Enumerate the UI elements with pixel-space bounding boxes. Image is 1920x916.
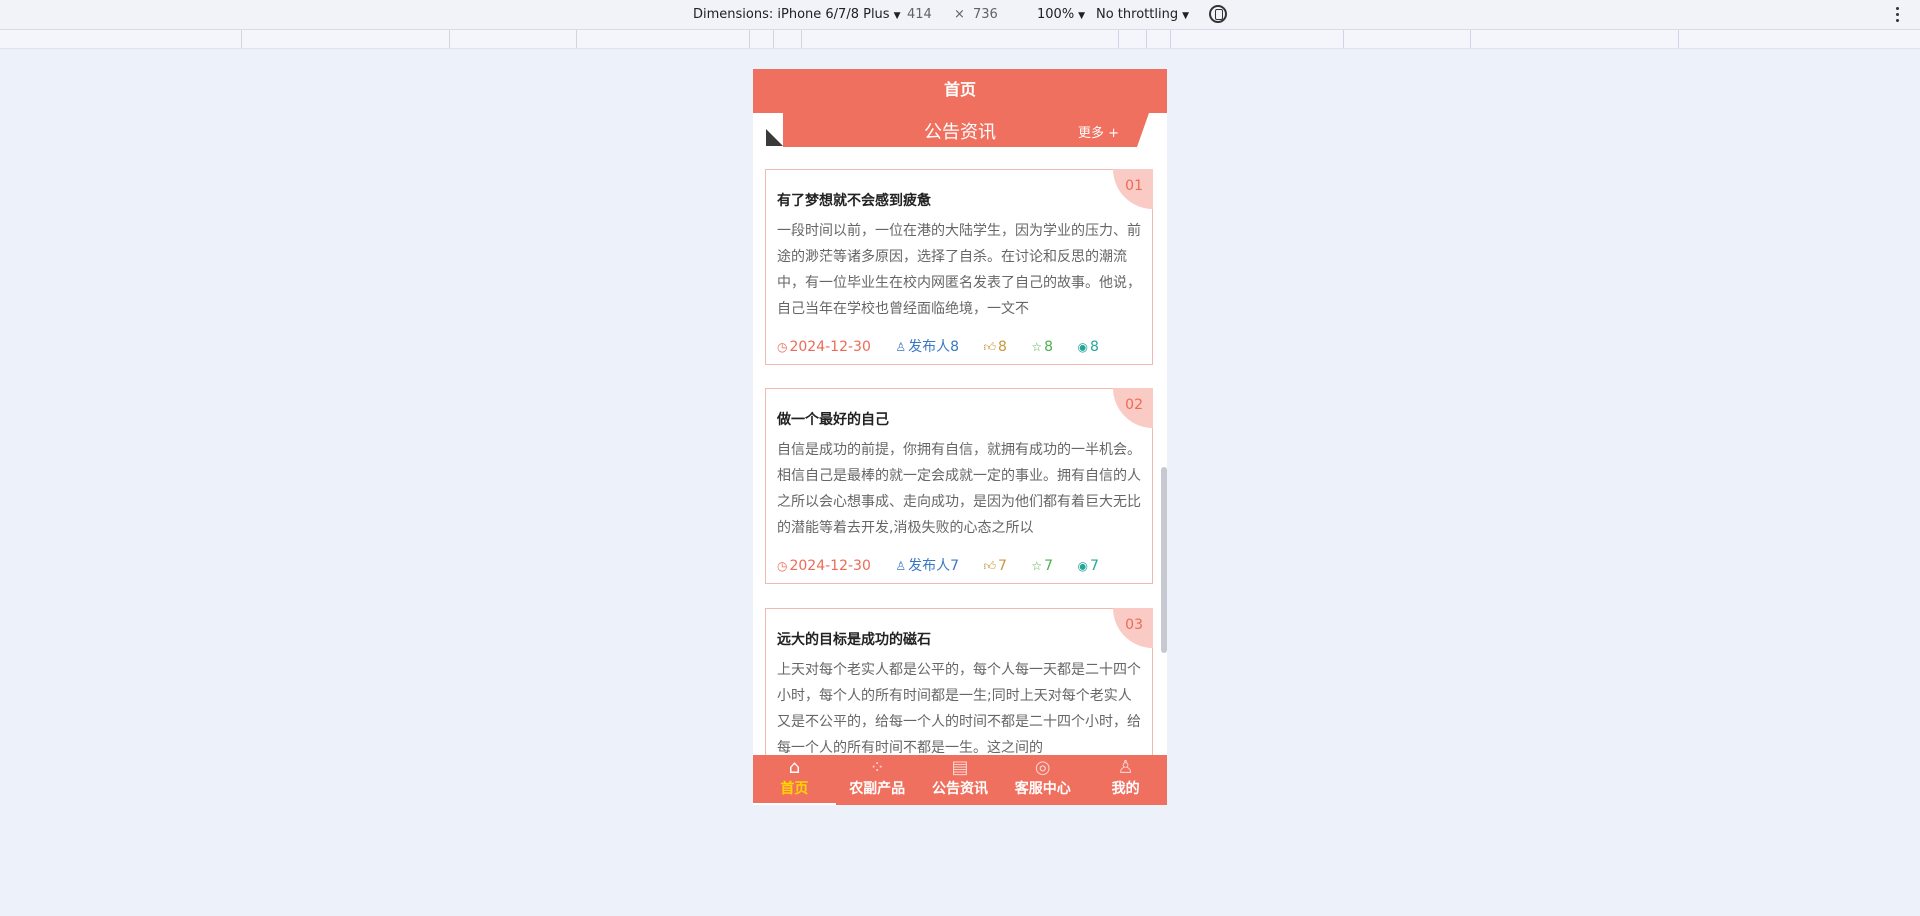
user-icon: ♙: [895, 559, 907, 573]
zoom-label: 100%: [1037, 7, 1075, 22]
chevron-down-icon: ▼: [1078, 11, 1086, 21]
tab-service[interactable]: ◎ 客服中心: [1001, 755, 1084, 805]
tab-label: 我的: [1111, 781, 1140, 797]
card-likes: 7: [998, 558, 1007, 574]
viewport-width-input[interactable]: 414: [907, 7, 932, 22]
media-query-ruler: [0, 30, 1920, 49]
card-date: 2024-12-30: [789, 558, 871, 574]
card-stars: 8: [1044, 339, 1054, 355]
device-dimensions-dropdown[interactable]: Dimensions: iPhone 6/7/8 Plus ▼: [693, 7, 901, 22]
tab-label: 客服中心: [1014, 781, 1071, 797]
home-icon: ⌂: [788, 757, 801, 778]
tab-label: 农副产品: [849, 781, 906, 797]
card-title: 远大的目标是成功的磁石: [777, 632, 931, 648]
tab-home[interactable]: ⌂ 首页: [753, 755, 836, 805]
card-index-badge: 01: [1113, 169, 1153, 209]
news-card[interactable]: 02 做一个最好的自己 自信是成功的前提，你拥有自信，就拥有成功的一半机会。相信…: [765, 388, 1153, 584]
card-likes: 8: [998, 339, 1007, 355]
card-author: 发布人7: [908, 558, 959, 574]
bottom-tab-bar: ⌂ 首页 ⁘ 农副产品 ▤ 公告资讯 ◎ 客服中心 ♙ 我的: [753, 755, 1167, 805]
zoom-dropdown[interactable]: 100% ▼: [1037, 7, 1085, 22]
card-title: 有了梦想就不会感到疲惫: [777, 193, 931, 209]
card-stars: 7: [1044, 558, 1054, 574]
more-options-icon[interactable]: [1896, 5, 1900, 23]
card-body: 一段时间以前，一位在港的大陆学生，因为学业的压力、前途的渺茫等诸多原因，选择了自…: [777, 223, 1141, 317]
eye-icon: ◉: [1077, 340, 1088, 354]
news-card[interactable]: 01 有了梦想就不会感到疲惫 一段时间以前，一位在港的大陆学生，因为学业的压力、…: [765, 169, 1153, 365]
viewport-height-input[interactable]: 736: [973, 7, 998, 22]
chevron-down-icon: ▼: [1182, 11, 1189, 21]
scrollbar[interactable]: [1161, 467, 1167, 653]
thumbs-up-icon: 👍︎: [983, 559, 996, 573]
headset-icon: ◎: [1034, 757, 1051, 778]
ribbon-fold: [766, 129, 783, 146]
card-meta: ◷ 2024-12-30 ♙ 发布人8 👍︎ 8 ☆ 8 ◉ 8: [777, 336, 1119, 356]
dimension-separator: ×: [954, 7, 965, 22]
rotate-icon[interactable]: [1209, 5, 1227, 23]
news-card[interactable]: 03 远大的目标是成功的磁石 上天对每个老实人都是公平的，每个人每一天都是二十四…: [765, 608, 1153, 761]
page-title: 首页: [753, 69, 1167, 113]
star-icon: ☆: [1031, 559, 1043, 573]
section-header: 公告资讯 更多 +: [753, 113, 1167, 147]
tab-label: 首页: [780, 781, 809, 797]
chevron-down-icon: ▼: [893, 11, 901, 21]
tab-products[interactable]: ⁘ 农副产品: [836, 755, 919, 805]
devtools-device-toolbar: Dimensions: iPhone 6/7/8 Plus ▼ 414 × 736…: [0, 0, 1920, 30]
device-dimensions-label: Dimensions: iPhone 6/7/8 Plus: [693, 7, 890, 22]
star-icon: ☆: [1031, 340, 1043, 354]
card-index-badge: 03: [1113, 608, 1153, 648]
device-viewport: 首页 公告资讯 更多 + 01 有了梦想就不会感到疲惫 一段时间以前，一位在港的…: [753, 69, 1167, 805]
card-views: 7: [1090, 558, 1099, 574]
eye-icon: ◉: [1077, 559, 1088, 573]
page-content[interactable]: 公告资讯 更多 + 01 有了梦想就不会感到疲惫 一段时间以前，一位在港的大陆学…: [753, 113, 1167, 761]
clock-icon: ◷: [777, 559, 788, 573]
more-link[interactable]: 更多 +: [1078, 122, 1119, 141]
section-banner: 公告资讯 更多 +: [783, 113, 1149, 147]
clock-icon: ◷: [777, 340, 788, 354]
card-title: 做一个最好的自己: [777, 412, 889, 428]
card-views: 8: [1090, 339, 1099, 355]
card-date: 2024-12-30: [789, 339, 871, 355]
card-author: 发布人8: [908, 339, 959, 355]
grid-icon: ⁘: [869, 757, 885, 778]
throttling-label: No throttling: [1096, 7, 1179, 22]
user-icon: ♙: [895, 340, 907, 354]
card-index-badge: 02: [1113, 388, 1153, 428]
tab-news[interactable]: ▤ 公告资讯: [919, 755, 1002, 805]
thumbs-up-icon: 👍︎: [983, 340, 996, 354]
news-icon: ▤: [951, 757, 969, 778]
user-icon: ♙: [1117, 757, 1134, 778]
tab-mine[interactable]: ♙ 我的: [1084, 755, 1167, 805]
tab-label: 公告资讯: [931, 781, 988, 797]
card-body: 上天对每个老实人都是公平的，每个人每一天都是二十四个小时，每个人的所有时间都是一…: [777, 662, 1141, 756]
throttling-dropdown[interactable]: No throttling ▼: [1096, 7, 1189, 22]
card-body: 自信是成功的前提，你拥有自信，就拥有成功的一半机会。相信自己是最棒的就一定会成就…: [777, 442, 1141, 536]
card-meta: ◷ 2024-12-30 ♙ 发布人7 👍︎ 7 ☆ 7 ◉ 7: [777, 555, 1119, 575]
